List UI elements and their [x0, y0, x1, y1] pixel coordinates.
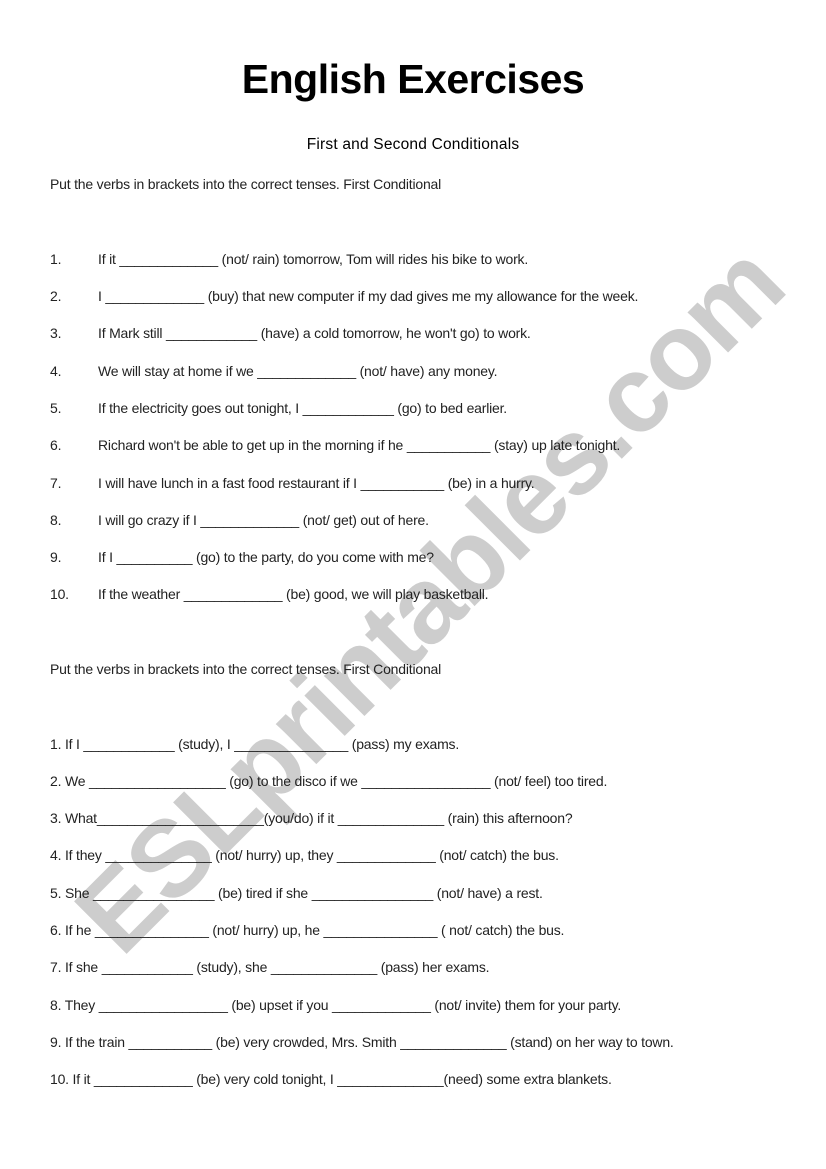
item-text: I _____________ (buy) that new computer …: [98, 288, 639, 304]
item-text: If I __________ (go) to the party, do yo…: [98, 549, 434, 565]
exercise-item: 5. If the electricity goes out tonight, I…: [50, 400, 507, 416]
item-number: 5.: [50, 400, 62, 416]
exercise-item: 10. If the weather _____________ (be) goo…: [50, 586, 489, 602]
item-number: 7.: [50, 475, 62, 491]
item-text: If the weather _____________ (be) good, …: [98, 586, 489, 602]
item-number: 1.: [50, 251, 62, 267]
exercise-item: 8. I will go crazy if I _____________ (no…: [50, 512, 429, 528]
item-number: 4.: [50, 363, 62, 379]
exercise-item: 4. If they ______________ (not/ hurry) u…: [50, 847, 559, 863]
exercise-item: 7. I will have lunch in a fast food resta…: [50, 475, 535, 491]
item-text: If it _____________ (not/ rain) tomorrow…: [98, 251, 529, 267]
exercise-item: 9. If the train ___________ (be) very cr…: [50, 1034, 674, 1050]
exercise-item: 6. If he _______________ (not/ hurry) up…: [50, 922, 565, 938]
exercise-item: 5. She ________________ (be) tired if sh…: [50, 885, 543, 901]
item-number: 6.: [50, 437, 62, 453]
exercise-item: 1. If it _____________ (not/ rain) tomorr…: [50, 251, 528, 267]
item-text: If Mark still ____________ (have) a cold…: [98, 325, 531, 341]
item-number: 8.: [50, 512, 62, 528]
exercise-item: 9. If I __________ (go) to the party, do …: [50, 549, 434, 565]
page-title: English Exercises: [241, 56, 585, 102]
exercise-item: 3. What______________________(you/do) if…: [50, 810, 573, 826]
item-text: I will go crazy if I _____________ (not/…: [98, 512, 429, 528]
exercise-item: 4. We will stay at home if we ___________…: [50, 363, 498, 379]
exercise-item: 2. We __________________ (go) to the dis…: [50, 773, 608, 789]
item-text: Richard won't be able to get up in the m…: [98, 437, 621, 453]
exercise-item: 3. If Mark still ____________ (have) a co…: [50, 325, 531, 341]
page-subtitle: First and Second Conditionals: [306, 136, 520, 153]
item-text: We will stay at home if we _____________…: [98, 363, 498, 379]
section1-instruction: Put the verbs in brackets into the corre…: [50, 176, 442, 192]
exercise-item: 2. I _____________ (buy) that new compute…: [50, 288, 638, 304]
item-text: I will have lunch in a fast food restaur…: [98, 475, 535, 491]
exercise-item: 8. They _________________ (be) upset if …: [50, 997, 622, 1013]
item-number: 2.: [50, 288, 62, 304]
item-number: 9.: [50, 549, 62, 565]
item-number: 3.: [50, 325, 62, 341]
exercise-item: 10. If it _____________ (be) very cold t…: [50, 1071, 612, 1087]
exercise-item: 6. Richard won't be able to get up in the…: [50, 437, 620, 453]
exercise-item: 1. If I ____________ (study), I ________…: [50, 736, 460, 752]
exercise-item: 7. If she ____________ (study), she ____…: [50, 959, 490, 975]
item-text: If the electricity goes out tonight, I _…: [98, 400, 507, 416]
section2-instruction: Put the verbs in brackets into the corre…: [50, 661, 442, 677]
item-number: 10.: [50, 586, 69, 602]
worksheet-page: ESLprintables.com English Exercises Firs…: [0, 0, 826, 1169]
